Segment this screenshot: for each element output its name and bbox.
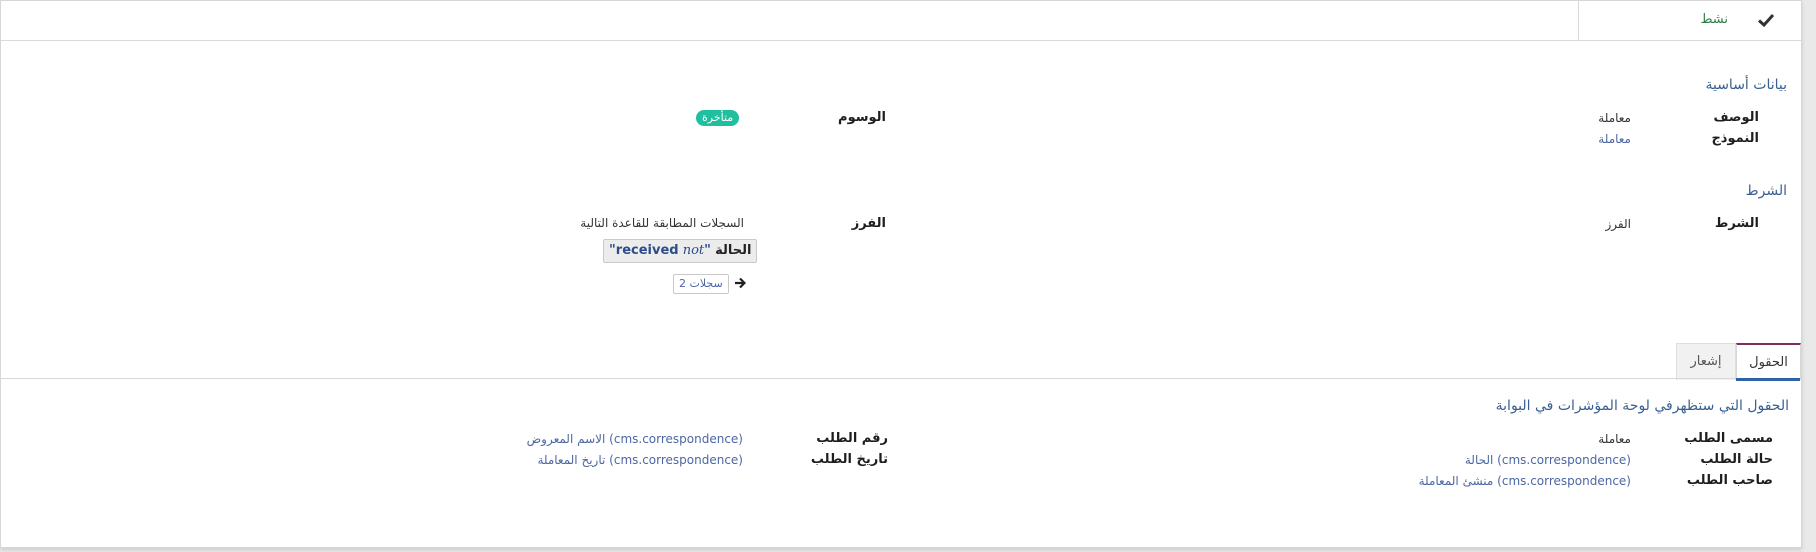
active-tab-indicator <box>1736 378 1800 381</box>
request-owner-link[interactable]: منشئ المعاملة (cms.correspondence) <box>1419 474 1631 488</box>
tabs-divider <box>1 378 1801 379</box>
request-number-label: رقم الطلب <box>816 431 888 446</box>
request-date-label: تاريخ الطلب <box>810 452 888 467</box>
description-label: الوصف <box>1713 110 1759 125</box>
model-label: النموذج <box>1711 131 1759 146</box>
active-label: نشط <box>1700 12 1728 27</box>
model-link[interactable]: معاملة <box>1598 132 1631 146</box>
tags-label: الوسوم <box>838 110 886 125</box>
status-bar: نشط <box>1 1 1801 41</box>
request-owner-label: صاحب الطلب <box>1686 473 1773 488</box>
description-value: معاملة <box>1598 111 1631 125</box>
domain-operator: not <box>682 243 705 258</box>
filter-label: الفرز <box>851 216 886 231</box>
domain-field: الحالة <box>715 243 752 258</box>
request-number-link[interactable]: الاسم المعروض (cms.correspondence) <box>527 432 743 446</box>
request-title-value: معاملة <box>1598 432 1631 446</box>
request-status-link[interactable]: الحالة (cms.correspondence) <box>1465 453 1631 467</box>
request-title-label: مسمى الطلب <box>1684 431 1773 446</box>
form-sheet: نشط بيانات أساسية الوصف معاملة النموذج م… <box>0 0 1802 548</box>
check-icon <box>1757 13 1775 28</box>
request-date-link[interactable]: تاريخ المعاملة (cms.correspondence) <box>537 453 743 467</box>
fields-section-title: الحقول التي ستظهرفي لوحة المؤشرات في الب… <box>1495 398 1789 414</box>
tab-notification[interactable]: إشعار <box>1676 343 1736 380</box>
domain-rule[interactable]: "received not" الحالة <box>603 239 758 263</box>
basic-section-title: بيانات أساسية <box>1705 77 1787 93</box>
condition-value[interactable]: الفرز <box>1606 217 1631 231</box>
active-toggle-button[interactable]: نشط <box>1578 1 1801 40</box>
condition-label: الشرط <box>1714 216 1759 231</box>
tab-fields[interactable]: الحقول <box>1736 343 1801 380</box>
request-status-label: حالة الطلب <box>1700 452 1773 467</box>
arrow-right-icon <box>735 277 746 289</box>
records-count-button[interactable]: 2 سجلات <box>673 274 729 294</box>
tag-badge[interactable]: متأخرة <box>696 110 740 126</box>
domain-value: "received <box>609 243 679 258</box>
condition-section-title: الشرط <box>1745 183 1787 199</box>
matching-records-text: السجلات المطابقة للقاعدة التالية <box>580 216 744 230</box>
